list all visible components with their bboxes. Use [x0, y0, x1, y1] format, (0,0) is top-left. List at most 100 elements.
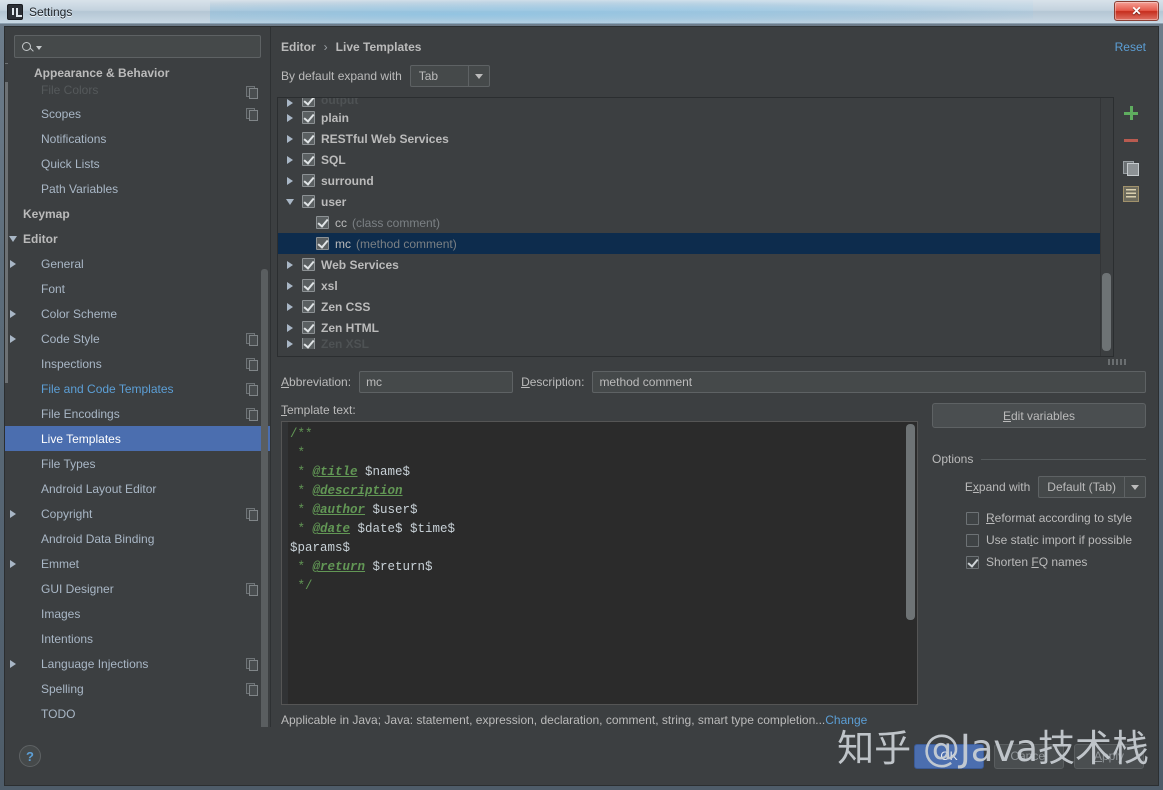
sidebar-item-android-data-binding[interactable]: Android Data Binding — [5, 526, 270, 551]
option-checkbox[interactable] — [966, 534, 979, 547]
option-row[interactable]: Shorten FQ names — [932, 551, 1146, 573]
chevron-right-icon[interactable] — [282, 324, 298, 332]
apply-button[interactable]: Apply — [1074, 744, 1144, 769]
chevron-down-icon[interactable] — [1125, 477, 1145, 497]
template-tree-row[interactable]: plain — [278, 107, 1113, 128]
sidebar-item-notifications[interactable]: Notifications — [5, 126, 270, 151]
copy-settings-icon[interactable] — [246, 85, 258, 97]
cancel-button[interactable]: Cancel — [994, 744, 1064, 769]
sidebar-item-android-layout-editor[interactable]: Android Layout Editor — [5, 476, 270, 501]
template-tree-scrollbar-thumb[interactable] — [1102, 273, 1111, 351]
option-row[interactable]: Reformat according to style — [932, 507, 1146, 529]
sidebar-item-quick-lists[interactable]: Quick Lists — [5, 151, 270, 176]
template-enabled-checkbox[interactable] — [302, 98, 315, 107]
chevron-down-icon[interactable] — [282, 199, 298, 205]
sidebar-scrollbar[interactable] — [261, 147, 269, 677]
sidebar-item-path-variables[interactable]: Path Variables — [5, 176, 270, 201]
close-icon[interactable]: ✕ — [1114, 1, 1159, 21]
sidebar-item-spelling[interactable]: Spelling — [5, 676, 270, 701]
sidebar-item-intentions[interactable]: Intentions — [5, 626, 270, 651]
template-enabled-checkbox[interactable] — [302, 300, 315, 313]
default-expand-combo[interactable]: Tab — [410, 65, 490, 87]
edit-variables-button[interactable]: Edit variables — [932, 403, 1146, 428]
sidebar-scrollbar-thumb[interactable] — [261, 269, 268, 727]
copy-settings-icon[interactable] — [246, 682, 258, 694]
template-tree-row[interactable]: xsl — [278, 275, 1113, 296]
chevron-right-icon[interactable] — [5, 310, 21, 318]
chevron-down-icon[interactable] — [469, 66, 489, 86]
editor-scrollbar[interactable] — [904, 422, 917, 704]
template-enabled-checkbox[interactable] — [302, 195, 315, 208]
copy-settings-icon[interactable] — [246, 107, 258, 119]
list-icon[interactable] — [1123, 186, 1139, 202]
sidebar-item-file-types[interactable]: File Types — [5, 451, 270, 476]
help-button[interactable]: ? — [19, 745, 41, 767]
template-tree[interactable]: outputplainRESTful Web ServicesSQLsurrou… — [277, 97, 1114, 357]
template-enabled-checkbox[interactable] — [302, 321, 315, 334]
template-enabled-checkbox[interactable] — [302, 132, 315, 145]
chevron-right-icon[interactable] — [282, 177, 298, 185]
template-tree-row[interactable]: surround — [278, 170, 1113, 191]
template-text-code[interactable]: /** * * @title $name$ * @description * @… — [288, 422, 904, 704]
chevron-right-icon[interactable] — [282, 303, 298, 311]
option-row[interactable]: Use static import if possible — [932, 529, 1146, 551]
expand-with-combo[interactable]: Default (Tab) — [1038, 476, 1146, 498]
template-enabled-checkbox[interactable] — [302, 111, 315, 124]
sidebar-item-language-injections[interactable]: Language Injections — [5, 651, 270, 676]
template-tree-row[interactable]: output — [278, 98, 1113, 107]
reset-link[interactable]: Reset — [1115, 40, 1146, 54]
template-tree-scrollbar[interactable] — [1100, 98, 1113, 356]
template-tree-row[interactable]: RESTful Web Services — [278, 128, 1113, 149]
template-tree-row[interactable]: mc(method comment) — [278, 233, 1113, 254]
sidebar-item-gui-designer[interactable]: GUI Designer — [5, 576, 270, 601]
sidebar-item-file-encodings[interactable]: File Encodings — [5, 401, 270, 426]
sidebar-item-font[interactable]: Font — [5, 276, 270, 301]
chevron-right-icon[interactable] — [5, 660, 21, 668]
add-icon[interactable] — [1123, 105, 1139, 121]
option-checkbox[interactable] — [966, 556, 979, 569]
template-enabled-checkbox[interactable] — [302, 279, 315, 292]
copy-settings-icon[interactable] — [246, 332, 258, 344]
abbreviation-input[interactable] — [359, 371, 513, 393]
breadcrumb-parent[interactable]: Editor — [281, 40, 316, 54]
template-enabled-checkbox[interactable] — [302, 153, 315, 166]
chevron-right-icon[interactable] — [282, 135, 298, 143]
template-enabled-checkbox[interactable] — [302, 258, 315, 271]
chevron-right-icon[interactable] — [282, 99, 298, 107]
sidebar-item-inspections[interactable]: Inspections — [5, 351, 270, 376]
chevron-right-icon[interactable] — [5, 260, 21, 268]
chevron-right-icon[interactable] — [5, 335, 21, 343]
template-tree-row[interactable]: cc(class comment) — [278, 212, 1113, 233]
template-enabled-checkbox[interactable] — [302, 338, 315, 349]
template-enabled-checkbox[interactable] — [316, 216, 329, 229]
sidebar-item-editor[interactable]: Editor — [5, 226, 270, 251]
sidebar-item-file-and-code-templates[interactable]: File and Code Templates — [5, 376, 270, 401]
chevron-right-icon[interactable] — [282, 156, 298, 164]
chevron-right-icon[interactable] — [282, 282, 298, 290]
template-enabled-checkbox[interactable] — [302, 174, 315, 187]
chevron-right-icon[interactable] — [282, 114, 298, 122]
copy-settings-icon[interactable] — [246, 382, 258, 394]
sidebar-item-copyright[interactable]: Copyright — [5, 501, 270, 526]
copy-settings-icon[interactable] — [246, 357, 258, 369]
template-tree-row[interactable]: Zen CSS — [278, 296, 1113, 317]
sidebar-item-emmet[interactable]: Emmet — [5, 551, 270, 576]
chevron-right-icon[interactable] — [5, 560, 21, 568]
sidebar-item-general[interactable]: General — [5, 251, 270, 276]
sidebar-item-color-scheme[interactable]: Color Scheme — [5, 301, 270, 326]
copy-icon[interactable] — [1123, 159, 1139, 175]
sidebar-item-file-colors[interactable]: File Colors — [5, 79, 270, 101]
template-tree-row[interactable]: Zen HTML — [278, 317, 1113, 338]
sidebar-item-live-templates[interactable]: Live Templates — [5, 426, 270, 451]
template-tree-row[interactable]: user — [278, 191, 1113, 212]
chevron-right-icon[interactable] — [282, 261, 298, 269]
chevron-down-icon[interactable] — [5, 236, 21, 242]
editor-scrollbar-thumb[interactable] — [906, 424, 915, 620]
ok-button[interactable]: OK — [914, 744, 984, 769]
template-tree-row[interactable]: Zen XSL — [278, 338, 1113, 349]
search-input[interactable] — [42, 40, 254, 54]
change-context-link[interactable]: Change — [825, 713, 867, 727]
sidebar-item-scopes[interactable]: Scopes — [5, 101, 270, 126]
option-checkbox[interactable] — [966, 512, 979, 525]
copy-settings-icon[interactable] — [246, 582, 258, 594]
